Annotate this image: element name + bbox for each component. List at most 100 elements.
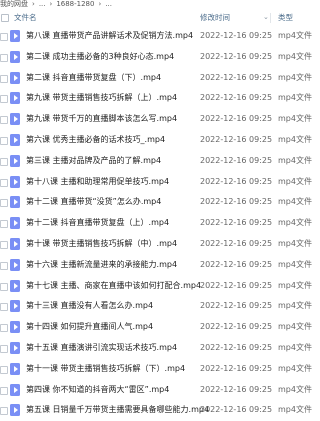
row-checkbox[interactable] — [0, 303, 8, 312]
column-header-name[interactable]: 文件名 — [14, 10, 37, 25]
column-header-date[interactable]: 修改时间 — [200, 10, 230, 25]
video-file-icon — [10, 362, 20, 375]
file-date: 2022-12-16 09:25 — [200, 384, 273, 394]
file-name[interactable]: 第十三课 直播没有人看怎么办.mp4 — [26, 297, 153, 315]
file-row[interactable]: 第十四课 如何提升直播间人气.mp4 2022-12-16 09:25 mp4文件 — [0, 318, 312, 336]
row-checkbox[interactable] — [0, 345, 8, 353]
file-name[interactable]: 第三课 主播对品牌及产品的了解.mp4 — [26, 152, 161, 170]
column-header-type[interactable]: 类型 — [278, 10, 293, 25]
row-checkbox[interactable] — [0, 95, 8, 104]
breadcrumb-item[interactable]: ... — [39, 0, 46, 8]
file-date: 2022-12-16 09:25 — [200, 218, 273, 228]
file-name[interactable]: 第十二课 抖音直播带货复盘（上）.mp4 — [26, 214, 169, 232]
video-file-icon — [10, 71, 20, 84]
file-row[interactable]: 第四课 你不知道的抖音两大“雷区”.mp4 2022-12-16 09:25 mp4… — [0, 381, 312, 399]
file-type: mp4文件 — [278, 259, 312, 269]
row-checkbox[interactable] — [0, 33, 8, 41]
file-name[interactable]: 第九课 带货主播销售技巧拆解（上）.mp4 — [26, 89, 177, 107]
file-date: 2022-12-16 09:25 — [200, 72, 273, 82]
file-date: 2022-12-16 09:25 — [200, 31, 273, 40]
video-file-icon — [10, 217, 20, 230]
file-row[interactable]: 第五课 日销量千万带货主播需要具备哪些能力.mp4 2022-12-16 09:2… — [0, 401, 312, 419]
row-checkbox[interactable] — [0, 261, 8, 270]
file-type: mp4文件 — [278, 218, 312, 228]
row-checkbox[interactable] — [0, 199, 8, 208]
file-row[interactable]: 第六课 优秀主播必备的话术技巧_.mp4 2022-12-16 09:25 mp4文… — [0, 131, 312, 149]
video-file-icon — [10, 154, 20, 167]
video-file-icon — [10, 404, 20, 417]
file-row[interactable]: 第二课 成功主播必备的3种良好心态.mp4 2022-12-16 09:25 mp4… — [0, 48, 312, 66]
file-date: 2022-12-16 09:25 — [200, 259, 273, 269]
file-type: mp4文件 — [278, 197, 312, 207]
file-row[interactable]: 第十一课 带货主播销售技巧拆解（下）.mp4 2022-12-16 09:25 mp… — [0, 360, 312, 378]
file-name[interactable]: 第十八课 主播和助理常用促单技巧.mp4 — [26, 173, 169, 191]
row-checkbox[interactable] — [0, 407, 8, 416]
breadcrumb-item[interactable]: 1688-1280 — [56, 0, 94, 8]
select-all-checkbox[interactable] — [1, 14, 9, 22]
file-name[interactable]: 第四课 你不知道的抖音两大“雷区”.mp4 — [26, 381, 169, 399]
row-checkbox[interactable] — [0, 137, 8, 145]
file-row[interactable]: 第九课 带货千万的直播脚本该怎么写.mp4 2022-12-16 09:25 mp4… — [0, 110, 312, 128]
video-file-icon — [10, 196, 20, 209]
file-row[interactable]: 第十七课 主播、商家在直播中该如何打配合.mp4 2022-12-16 09:25… — [0, 277, 312, 295]
file-name[interactable]: 第十六课 主播新流量进来的承接能力.mp4 — [26, 256, 177, 274]
row-checkbox[interactable] — [0, 74, 8, 83]
file-row[interactable]: 第十二课 抖音直播带货复盘（上）.mp4 2022-12-16 09:25 mp4文… — [0, 214, 312, 232]
file-type: mp4文件 — [278, 72, 312, 82]
file-row[interactable]: 第十八课 主播和助理常用促单技巧.mp4 2022-12-16 09:25 mp4文… — [0, 173, 312, 191]
sort-chevron-icon[interactable]: ⌄ — [263, 10, 269, 25]
file-name[interactable]: 第十课 带货主播销售技巧拆解（中）.mp4 — [26, 235, 177, 253]
file-name[interactable]: 第十一课 带货主播销售技巧拆解（下）.mp4 — [26, 360, 185, 378]
file-row[interactable]: 第九课 带货主播销售技巧拆解（上）.mp4 2022-12-16 09:25 mp4… — [0, 89, 312, 107]
file-row[interactable]: 第十课 带货主播销售技巧拆解（中）.mp4 2022-12-16 09:25 mp4… — [0, 235, 312, 253]
file-date: 2022-12-16 09:25 — [200, 280, 273, 290]
row-checkbox[interactable] — [0, 116, 8, 125]
file-name[interactable]: 第十五课 直播演讲引流实现话术技巧.mp4 — [26, 339, 177, 357]
file-date: 2022-12-16 09:25 — [200, 93, 273, 103]
file-name[interactable]: 第九课 带货千万的直播脚本该怎么写.mp4 — [26, 110, 177, 128]
file-name[interactable]: 第五课 日销量千万带货主播需要具备哪些能力.mp4 — [26, 401, 209, 419]
file-row[interactable]: 第十五课 直播演讲引流实现话术技巧.mp4 2022-12-16 09:25 mp4… — [0, 339, 312, 357]
breadcrumb-item[interactable]: 我的网盘 — [0, 0, 28, 8]
video-file-icon — [10, 279, 20, 292]
row-checkbox[interactable] — [0, 157, 8, 166]
file-list-header: 文件名 修改时间 ⌄ 类型 — [0, 10, 310, 25]
row-checkbox[interactable] — [0, 220, 8, 229]
file-name[interactable]: 第二课 成功主播必备的3种良好心态.mp4 — [26, 48, 174, 66]
file-type: mp4文件 — [278, 384, 312, 394]
file-type: mp4文件 — [278, 363, 312, 373]
row-checkbox[interactable] — [0, 178, 8, 187]
breadcrumb-separator-icon: › — [98, 0, 102, 8]
file-row[interactable]: 第十三课 直播没有人看怎么办.mp4 2022-12-16 09:25 mp4文件 — [0, 297, 312, 315]
file-name[interactable]: 第六课 优秀主播必备的话术技巧_.mp4 — [26, 131, 165, 149]
file-name[interactable]: 第十四课 如何提升直播间人气.mp4 — [26, 318, 153, 336]
file-type: mp4文件 — [278, 135, 312, 144]
file-name[interactable]: 第八课 直播带货产品讲解话术及促销方法.mp4 — [26, 27, 193, 45]
row-checkbox[interactable] — [0, 53, 8, 62]
file-row[interactable]: 第二课 抖音直播带货复盘（下）.mp4 2022-12-16 09:25 mp4文件 — [0, 69, 312, 87]
file-name[interactable]: 第十七课 主播、商家在直播中该如何打配合.mp4 — [26, 277, 201, 295]
row-checkbox[interactable] — [0, 365, 8, 374]
row-checkbox[interactable] — [0, 386, 8, 395]
file-type: mp4文件 — [278, 301, 312, 311]
file-row[interactable]: 第十二课 直播带货“没货”怎么办.mp4 2022-12-16 09:25 mp4文… — [0, 193, 312, 211]
file-date: 2022-12-16 09:25 — [200, 155, 273, 165]
video-file-icon — [10, 92, 20, 105]
file-date: 2022-12-16 09:25 — [200, 239, 273, 248]
video-file-icon — [10, 134, 20, 146]
file-type: mp4文件 — [278, 31, 312, 40]
row-checkbox[interactable] — [0, 241, 8, 249]
file-type: mp4文件 — [278, 322, 312, 332]
video-file-icon — [10, 113, 20, 126]
row-checkbox[interactable] — [0, 324, 8, 333]
file-type: mp4文件 — [278, 280, 312, 290]
breadcrumb-item[interactable]: ... — [105, 0, 112, 8]
video-file-icon — [10, 342, 20, 354]
file-name[interactable]: 第二课 抖音直播带货复盘（下）.mp4 — [26, 69, 161, 87]
row-checkbox[interactable] — [0, 282, 8, 291]
file-name[interactable]: 第十二课 直播带货“没货”怎么办.mp4 — [26, 193, 161, 211]
file-row[interactable]: 第三课 主播对品牌及产品的了解.mp4 2022-12-16 09:25 mp4文件 — [0, 152, 312, 170]
file-row[interactable]: 第十六课 主播新流量进来的承接能力.mp4 2022-12-16 09:25 mp4… — [0, 256, 312, 274]
file-row[interactable]: 第八课 直播带货产品讲解话术及促销方法.mp4 2022-12-16 09:25 m… — [0, 27, 312, 45]
breadcrumb-separator-icon: › — [49, 0, 53, 8]
